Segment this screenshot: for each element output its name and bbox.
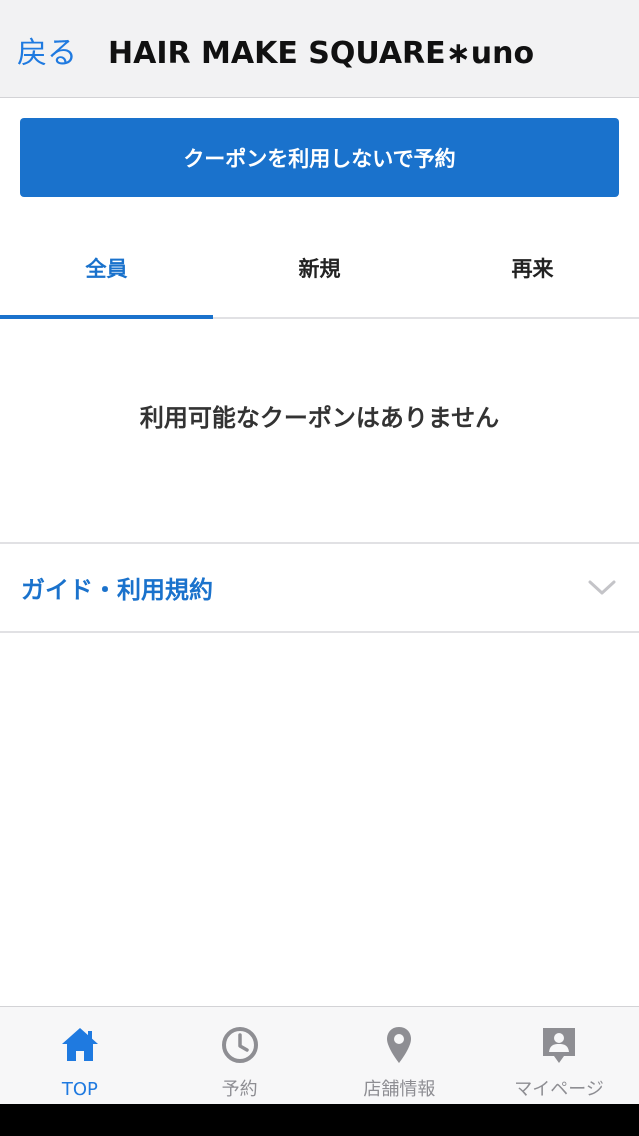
- page-title: HAIR MAKE SQUARE∗uno: [108, 36, 535, 71]
- profile-icon: [543, 1028, 576, 1063]
- back-button[interactable]: 戻る: [17, 34, 77, 74]
- coupon-filter-tabs: 全員 新規 再来: [0, 218, 639, 319]
- tabbar-label: 店舗情報: [363, 1079, 436, 1100]
- app-screen: 戻る HAIR MAKE SQUARE∗uno クーポンを利用しないで予約 全員…: [0, 0, 639, 1136]
- navigation-bar: 戻る HAIR MAKE SQUARE∗uno: [0, 0, 639, 98]
- tab-new[interactable]: 新規: [213, 218, 426, 317]
- tabbar-item-top[interactable]: TOP: [0, 1007, 160, 1104]
- bottom-safe-area: [0, 1104, 639, 1136]
- tabbar-item-mypage[interactable]: マイページ: [479, 1007, 639, 1104]
- tabbar-label: 予約: [221, 1079, 258, 1100]
- tabbar-label: マイページ: [514, 1079, 604, 1100]
- clock-icon: [221, 1027, 258, 1063]
- guide-terms-label: ガイド・利用規約: [21, 576, 213, 604]
- reserve-without-coupon-button[interactable]: クーポンを利用しないで予約: [20, 118, 619, 197]
- empty-coupon-message: 利用可能なクーポンはありません: [139, 404, 500, 432]
- tab-all[interactable]: 全員: [0, 218, 213, 319]
- location-pin-icon: [387, 1027, 412, 1063]
- chevron-down-icon: [588, 580, 616, 594]
- tabbar-item-reservation[interactable]: 予約: [160, 1007, 320, 1104]
- tab-returning[interactable]: 再来: [426, 218, 639, 317]
- tabbar-item-store-info[interactable]: 店舗情報: [320, 1007, 480, 1104]
- bottom-tab-bar: TOP 予約 店舗情報 マイページ: [0, 1006, 639, 1104]
- tabbar-label: TOP: [61, 1079, 98, 1100]
- guide-terms-accordion[interactable]: ガイド・利用規約: [0, 542, 639, 633]
- home-icon: [61, 1028, 98, 1061]
